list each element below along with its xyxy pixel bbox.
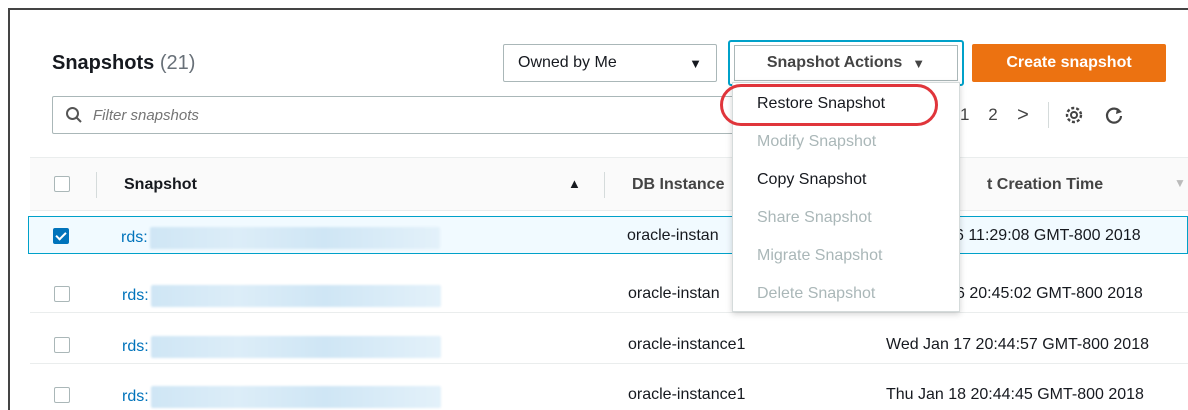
- redacted-name: [150, 336, 441, 358]
- db-instance-cell: oracle-instan: [628, 285, 720, 302]
- snapshot-link[interactable]: rds:: [122, 285, 441, 307]
- owned-by-value: Owned by Me: [518, 54, 617, 71]
- db-instance-cell: oracle-instance1: [628, 386, 746, 403]
- snapshot-prefix: rds:: [122, 287, 149, 304]
- table-row[interactable]: rds: oracle-instance1 Thu Jan 18 20:44:4…: [30, 376, 1188, 410]
- page-2-link[interactable]: 2: [978, 105, 1008, 125]
- menu-item-copy-snapshot[interactable]: Copy Snapshot: [733, 161, 959, 199]
- page-title: Snapshots (21): [52, 52, 195, 75]
- menu-item-share-snapshot[interactable]: Share Snapshot: [733, 199, 959, 237]
- column-divider: [96, 172, 97, 198]
- menu-item-migrate-snapshot[interactable]: Migrate Snapshot: [733, 237, 959, 275]
- sort-icon[interactable]: ▼: [1174, 176, 1186, 190]
- filter-input[interactable]: [93, 106, 693, 124]
- column-db-instance[interactable]: DB Instance: [632, 176, 724, 194]
- creation-time-cell: Thu Jan 18 20:44:45 GMT-800 2018: [886, 386, 1144, 403]
- sort-ascending-icon[interactable]: ▲: [568, 176, 581, 191]
- page-1-link[interactable]: 1: [960, 105, 978, 125]
- db-instance-cell: oracle-instan: [627, 227, 719, 244]
- redacted-name: [149, 227, 440, 249]
- next-page-icon[interactable]: >: [1008, 104, 1038, 127]
- redacted-name: [150, 386, 441, 408]
- column-creation-time[interactable]: t Creation Time: [987, 176, 1103, 194]
- row-checkbox[interactable]: [53, 228, 69, 244]
- refresh-icon[interactable]: [1103, 104, 1125, 126]
- highlight-circle-annotation: [720, 84, 938, 126]
- caret-down-icon: ▼: [912, 55, 926, 71]
- snapshot-link[interactable]: rds:: [121, 227, 440, 249]
- gear-icon[interactable]: [1063, 104, 1085, 126]
- table-row[interactable]: rds: oracle-instan 6 20:45:02 GMT-800 20…: [30, 275, 1188, 313]
- redacted-name: [150, 285, 441, 307]
- table-row[interactable]: rds: oracle-instance1 Wed Jan 17 20:44:5…: [30, 326, 1188, 364]
- row-checkbox[interactable]: [54, 337, 70, 353]
- create-snapshot-label: Create snapshot: [1006, 54, 1132, 71]
- snapshot-actions-button[interactable]: Snapshot Actions ▼: [734, 45, 958, 81]
- pagination: 1 2 >: [960, 100, 1125, 130]
- snapshot-prefix: rds:: [121, 229, 148, 246]
- db-instance-cell: oracle-instance1: [628, 336, 746, 353]
- column-divider: [604, 172, 605, 198]
- snapshot-prefix: rds:: [122, 388, 149, 405]
- create-snapshot-button[interactable]: Create snapshot: [972, 44, 1166, 82]
- owned-by-select[interactable]: Owned by Me ▼: [503, 44, 717, 82]
- caret-down-icon: ▼: [689, 55, 702, 71]
- table-row[interactable]: rds: oracle-instan 6 11:29:08 GMT-800 20…: [28, 216, 1188, 254]
- menu-item-modify-snapshot[interactable]: Modify Snapshot: [733, 123, 959, 161]
- snapshot-link[interactable]: rds:: [122, 386, 441, 408]
- table-header: Snapshot ▲ DB Instance t Creation Time ▼: [30, 157, 1188, 211]
- page-title-text: Snapshots: [52, 52, 155, 74]
- creation-time-cell: 6 20:45:02 GMT-800 2018: [956, 285, 1143, 302]
- creation-time-cell: Wed Jan 17 20:44:57 GMT-800 2018: [886, 336, 1149, 353]
- row-checkbox[interactable]: [54, 286, 70, 302]
- filter-search-box[interactable]: [52, 96, 752, 134]
- snapshot-prefix: rds:: [122, 338, 149, 355]
- snapshot-actions-focus-ring: Snapshot Actions ▼: [728, 40, 964, 86]
- row-checkbox[interactable]: [54, 387, 70, 403]
- select-all-checkbox[interactable]: [54, 176, 70, 192]
- snapshot-actions-label: Snapshot Actions: [766, 54, 903, 71]
- search-icon: [66, 107, 82, 123]
- pager-divider: [1048, 102, 1049, 128]
- menu-item-delete-snapshot[interactable]: Delete Snapshot: [733, 275, 959, 313]
- snapshot-count: (21): [159, 52, 196, 74]
- column-snapshot[interactable]: Snapshot: [124, 176, 197, 194]
- creation-time-cell: 6 11:29:08 GMT-800 2018: [955, 227, 1141, 244]
- snapshot-link[interactable]: rds:: [122, 336, 441, 358]
